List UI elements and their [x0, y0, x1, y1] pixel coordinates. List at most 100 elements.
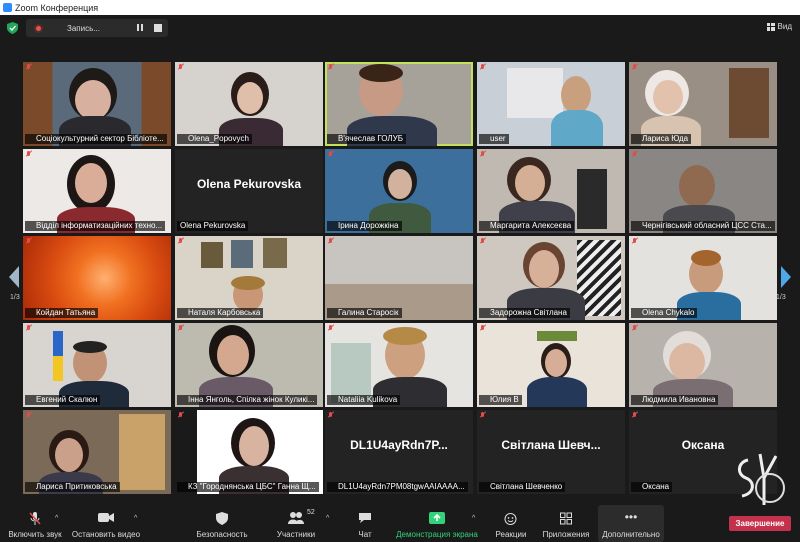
video-tile[interactable]: Соціокультурний сектор Бібліоте... — [23, 62, 171, 146]
video-tile[interactable]: Наталя Карбовська — [175, 236, 323, 320]
video-tile[interactable]: Задорожна Світлана — [477, 236, 625, 320]
muted-mic-icon — [632, 64, 637, 70]
video-tile[interactable]: Nataliia Kulikova — [325, 323, 473, 407]
video-options-chevron-icon[interactable]: ^ — [134, 515, 137, 522]
chat-label: Чат — [358, 530, 372, 539]
apps-label: Приложения — [542, 530, 590, 539]
video-tile[interactable]: Olena_Popovych — [175, 62, 323, 146]
more-label: Дополнительно — [602, 530, 660, 539]
participant-name: Olena_Popovych — [177, 134, 252, 144]
recording-dot-icon — [34, 23, 43, 33]
video-tile[interactable]: Чернігівський обласний ЦСС Ста... — [629, 149, 777, 233]
video-tile[interactable]: В'ячеслав ГОЛУБ — [325, 62, 473, 146]
muted-mic-icon — [328, 151, 333, 157]
window-title: Zoom Конференция — [15, 2, 99, 13]
participant-name: Ірина Дорожкіна — [327, 221, 402, 231]
security-label: Безопасность — [196, 530, 248, 539]
recording-label: Запись... — [67, 23, 100, 33]
participant-name: Оксана — [631, 482, 673, 492]
reactions-button[interactable]: Реакции — [494, 505, 528, 542]
video-tile[interactable]: Койдан Татьяна — [23, 236, 171, 320]
muted-mic-icon — [26, 238, 31, 244]
pause-recording-icon[interactable] — [134, 23, 146, 33]
apps-grid-icon — [560, 512, 572, 525]
more-dots-icon: ••• — [624, 510, 638, 524]
video-tile[interactable]: Olena Chykalo — [629, 236, 777, 320]
stop-recording-icon[interactable] — [154, 24, 162, 32]
zoom-logo-icon — [3, 3, 12, 12]
recording-indicator: Запись... — [26, 19, 168, 37]
participant-name: Евгений Скалюн — [25, 395, 101, 405]
share-options-chevron-icon[interactable]: ^ — [472, 515, 475, 522]
participant-avatar-name: DL1U4ayRdn7P... — [350, 438, 448, 452]
page-indicator-left: 1/3 — [10, 294, 20, 301]
participant-name: Світлана Шевченко — [479, 482, 566, 492]
muted-mic-icon — [632, 325, 637, 331]
video-tile[interactable]: Лариса Юда — [629, 62, 777, 146]
muted-microphone-icon — [29, 512, 41, 525]
video-tile[interactable]: DL1U4ayRdn7P... DL1U4ayRdn7PM08tgwAAIAAA… — [325, 410, 473, 494]
previous-page-icon[interactable] — [5, 262, 23, 292]
participant-name: Наталя Карбовська — [177, 308, 264, 318]
participant-name: Галина Старосік — [327, 308, 402, 318]
participants-options-chevron-icon[interactable]: ^ — [326, 515, 329, 522]
muted-mic-icon — [480, 412, 485, 418]
video-gallery: Соціокультурний сектор Бібліоте... Olena… — [23, 62, 777, 496]
view-button[interactable]: Вид — [766, 22, 792, 31]
participant-name: Лариса Юда — [631, 134, 692, 144]
participant-name: Nataliia Kulikova — [327, 395, 401, 405]
muted-mic-icon — [632, 412, 637, 418]
video-tile[interactable]: Ірина Дорожкіна — [325, 149, 473, 233]
title-bar: Zoom Конференция — [0, 0, 800, 15]
video-tile[interactable]: Евгений Скалюн — [23, 323, 171, 407]
video-tile[interactable]: Olena Pekurovska Olena Pekurovska — [175, 149, 323, 233]
grid-view-icon — [766, 22, 775, 31]
video-tile[interactable]: Інна Янголь, Спілка жінок Куликі... — [175, 323, 323, 407]
participant-name: Лариса Притиковська — [25, 482, 120, 492]
end-meeting-button[interactable]: Завершение — [729, 516, 791, 531]
video-tile[interactable]: Галина Старосік — [325, 236, 473, 320]
video-tile[interactable]: Лариса Притиковська — [23, 410, 171, 494]
muted-mic-icon — [480, 64, 485, 70]
chat-button[interactable]: Чат — [352, 505, 378, 542]
muted-mic-icon — [328, 325, 333, 331]
muted-mic-icon — [26, 412, 31, 418]
video-tile[interactable]: КЗ "Городнянська ЦБС" Ганна Щ... — [175, 410, 323, 494]
participant-name: user — [479, 134, 509, 144]
participant-name: Койдан Татьяна — [25, 308, 99, 318]
apps-button[interactable]: Приложения — [540, 505, 592, 542]
audio-options-chevron-icon[interactable]: ^ — [55, 515, 58, 522]
stop-video-button[interactable]: Остановить видео — [70, 505, 142, 542]
muted-mic-icon — [178, 325, 183, 331]
muted-mic-icon — [632, 238, 637, 244]
share-screen-button[interactable]: Демонстрация экрана — [394, 505, 480, 542]
meeting-controls: Включить звук ^ Остановить видео ^ Безоп… — [0, 505, 800, 542]
participant-name: Olena Pekurovska — [177, 221, 249, 231]
participants-count: 52 — [307, 509, 315, 516]
muted-mic-icon — [480, 151, 485, 157]
video-tile[interactable]: Юлия В — [477, 323, 625, 407]
video-tile[interactable]: Людмила Ивановна — [629, 323, 777, 407]
meeting-top-bar: Запись... Вид — [0, 15, 800, 41]
participant-name: КЗ "Городнянська ЦБС" Ганна Щ... — [177, 482, 319, 492]
participant-name: Юлия В — [479, 395, 522, 405]
chat-bubble-icon — [359, 513, 371, 523]
participant-name: DL1U4ayRdn7PM08tgwAAIAAAA... — [327, 482, 468, 492]
page-indicator-right: 1/3 — [776, 294, 786, 301]
participant-avatar-name: Світлана Шевч... — [501, 438, 601, 452]
video-tile[interactable]: user — [477, 62, 625, 146]
reactions-smiley-icon — [504, 513, 517, 525]
participant-name: Інна Янголь, Спілка жінок Куликі... — [177, 395, 318, 405]
video-tile[interactable]: Маргарита Алексеєва — [477, 149, 625, 233]
participant-name: Відділ інформатизаційних техно... — [25, 221, 166, 231]
share-screen-label: Демонстрация экрана — [396, 530, 478, 539]
shield-icon[interactable] — [7, 22, 18, 34]
reactions-label: Реакции — [495, 530, 527, 539]
security-button[interactable]: Безопасность — [196, 505, 248, 542]
video-tile[interactable]: Світлана Шевч... Світлана Шевченко — [477, 410, 625, 494]
more-button[interactable]: ••• Дополнительно — [598, 505, 664, 542]
next-page-icon[interactable] — [777, 262, 795, 292]
video-tile[interactable]: Відділ інформатизаційних техно... — [23, 149, 171, 233]
participants-icon — [288, 512, 304, 524]
unmute-button[interactable]: Включить звук — [4, 505, 66, 542]
